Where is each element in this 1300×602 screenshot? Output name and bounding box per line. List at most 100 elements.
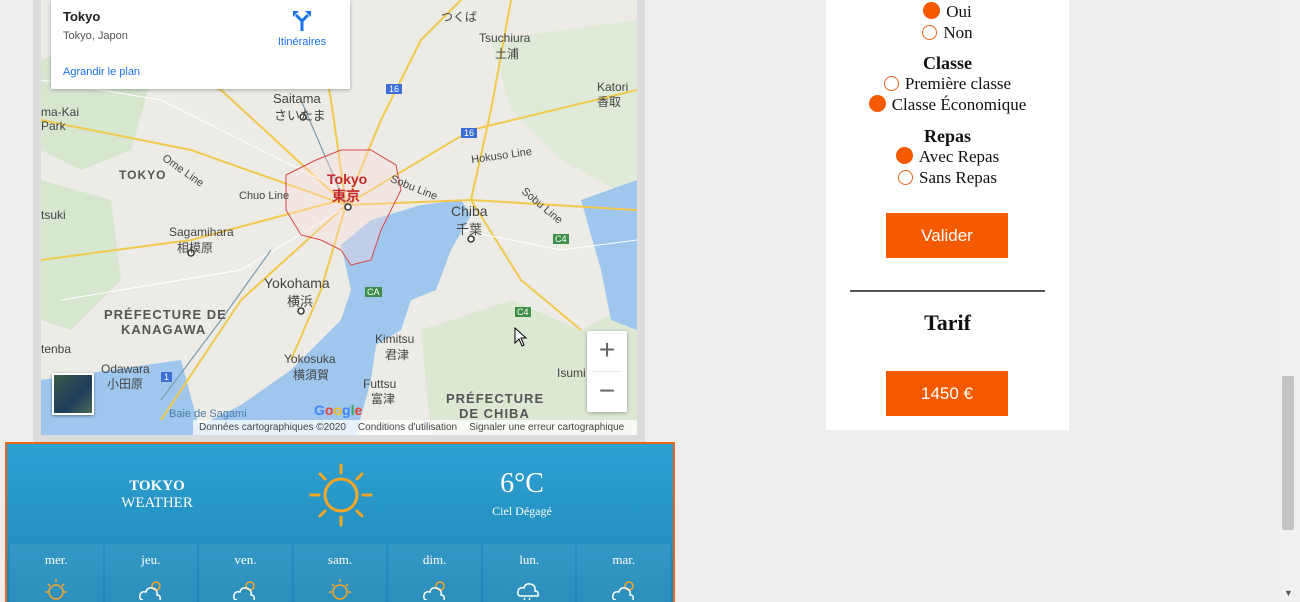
forecast-day: mar. [577, 544, 671, 602]
radio-selected[interactable] [868, 95, 886, 112]
map-label: ma-Kai [41, 105, 80, 119]
radio-class-economy[interactable]: Classe Économique [826, 95, 1069, 115]
weather-description: Ciel Dégagé [492, 504, 552, 518]
route-shield: 16 [386, 84, 403, 94]
radio-selected[interactable] [923, 2, 941, 19]
weather-city: TOKYO [129, 478, 185, 494]
submit-button[interactable]: Valider [886, 213, 1008, 258]
google-map[interactable]: Saitama さいたま TOKYO Tokyo 東京 Chiba 千葉 Yok… [41, 0, 637, 435]
map-label: Odawara [101, 362, 150, 376]
map-label: DE CHIBA [459, 406, 530, 421]
map-label: Baie de Sagami [169, 408, 247, 420]
meal-heading: Repas [923, 126, 971, 146]
map-label: PRÉFECTURE [446, 391, 545, 406]
satellite-toggle[interactable] [52, 373, 94, 415]
route-shield: 1 [161, 372, 173, 382]
radio-option-no[interactable]: Non [826, 23, 1069, 43]
route-shield: 16 [461, 128, 478, 138]
scroll-down-icon[interactable]: ▼ [1284, 588, 1293, 598]
map-label: KANAGAWA [121, 322, 207, 337]
place-address: Tokyo, Japon [63, 30, 128, 42]
directions-label: Itinéraires [277, 36, 327, 48]
enlarge-map-link[interactable]: Agrandir le plan [63, 66, 140, 78]
radio-unselected[interactable] [922, 25, 938, 40]
option-label: Non [943, 23, 973, 42]
radio-meal-with[interactable]: Avec Repas [826, 147, 1069, 167]
scrollbar-thumb[interactable] [1282, 376, 1294, 530]
option-label: Oui [946, 2, 972, 21]
forecast-day: jeu. [104, 544, 198, 602]
weather-temperature: 6°C [500, 468, 544, 499]
sun-icon [309, 463, 373, 527]
partly-cloudy-icon [233, 581, 256, 600]
forecast-day-name: lun. [519, 552, 540, 567]
partly-cloudy-icon [138, 581, 161, 600]
forecast-day-name: ven. [234, 552, 257, 567]
map-label: tenba [41, 342, 72, 356]
radio-unselected[interactable] [883, 76, 899, 91]
map-label: 横須賀 [293, 368, 330, 382]
divider [850, 290, 1045, 292]
radio-selected[interactable] [895, 147, 913, 164]
forecast-day: ven. [199, 544, 292, 602]
forecast-day: sam. [293, 544, 387, 602]
radio-option-yes[interactable]: Oui [826, 2, 1069, 22]
partly-cloudy-icon [611, 581, 634, 600]
map-label: Yokohama [264, 275, 330, 291]
forecast-day-name: mar. [612, 552, 636, 567]
map-label: TOKYO [119, 168, 167, 182]
map-footer: Données cartographiques ©2020 Conditions… [193, 420, 637, 435]
weather-subtitle: WEATHER [121, 495, 193, 511]
zoom-out-button[interactable]: − [587, 372, 627, 412]
map-label: 小田原 [107, 377, 144, 391]
map-label: Yokosuka [284, 352, 336, 366]
partly-cloudy-icon [422, 581, 445, 600]
directions-icon [293, 11, 311, 31]
directions-button[interactable]: Itinéraires [272, 9, 332, 48]
map-label: Chiba [451, 203, 488, 219]
place-info-card: Tokyo Tokyo, Japon Agrandir le plan Itin… [51, 0, 350, 89]
route-shield: CA [365, 287, 382, 297]
map-label: Kimitsu [375, 332, 415, 346]
class-heading: Classe [923, 53, 972, 73]
forecast-day-name: mer. [44, 552, 68, 567]
forecast-day: dim. [388, 544, 481, 602]
map-label: Futtsu [363, 377, 397, 391]
google-logo: Google [314, 402, 363, 418]
place-title: Tokyo [63, 9, 101, 24]
report-error-link[interactable]: Signaler une erreur cartographique [469, 422, 624, 433]
map-label: Tokyo [327, 171, 368, 187]
option-label: Classe Économique [891, 95, 1027, 114]
map-label: 君津 [385, 348, 410, 362]
tarif-heading: Tarif [924, 310, 971, 335]
zoom-controls: + − [587, 331, 627, 412]
weather-widget: TOKYO WEATHER 6°C Ciel Dégagé mer. jeu. [5, 442, 675, 602]
map-label: さいたま [274, 108, 326, 123]
route-shield: C4 [553, 234, 569, 244]
price-display: 1450 € [886, 371, 1008, 416]
sun-icon [329, 579, 352, 600]
forecast-day: mer. [10, 544, 103, 602]
page-scrollbar[interactable]: ▼ [1280, 0, 1300, 600]
radio-unselected[interactable] [898, 170, 914, 185]
radio-meal-without[interactable]: Sans Repas [826, 168, 1069, 188]
map-label: Katori [597, 80, 629, 94]
radio-class-first[interactable]: Première classe [826, 74, 1069, 94]
map-label: Saitama [273, 91, 321, 106]
map-label: Isumi [557, 366, 586, 380]
option-label: Première classe [904, 74, 1012, 93]
zoom-in-button[interactable]: + [587, 331, 627, 371]
terms-link[interactable]: Conditions d'utilisation [358, 422, 457, 433]
map-label: Chuo Line [239, 190, 290, 202]
map-label: 千葉 [456, 222, 483, 237]
map-label: tsuki [41, 208, 66, 222]
map-data-credit: Données cartographiques ©2020 [199, 422, 346, 433]
map-label: PRÉFECTURE DE [104, 307, 227, 322]
map-label: つくば [441, 10, 478, 24]
forecast-day-name: jeu. [141, 552, 161, 567]
map-label: 横浜 [287, 294, 314, 309]
booking-form: Oui Non Classe Première classe Classe Éc… [826, 0, 1069, 430]
map-label: 香取 [597, 95, 622, 109]
rain-cloud-icon [517, 583, 540, 600]
mouse-cursor-icon [514, 327, 528, 347]
